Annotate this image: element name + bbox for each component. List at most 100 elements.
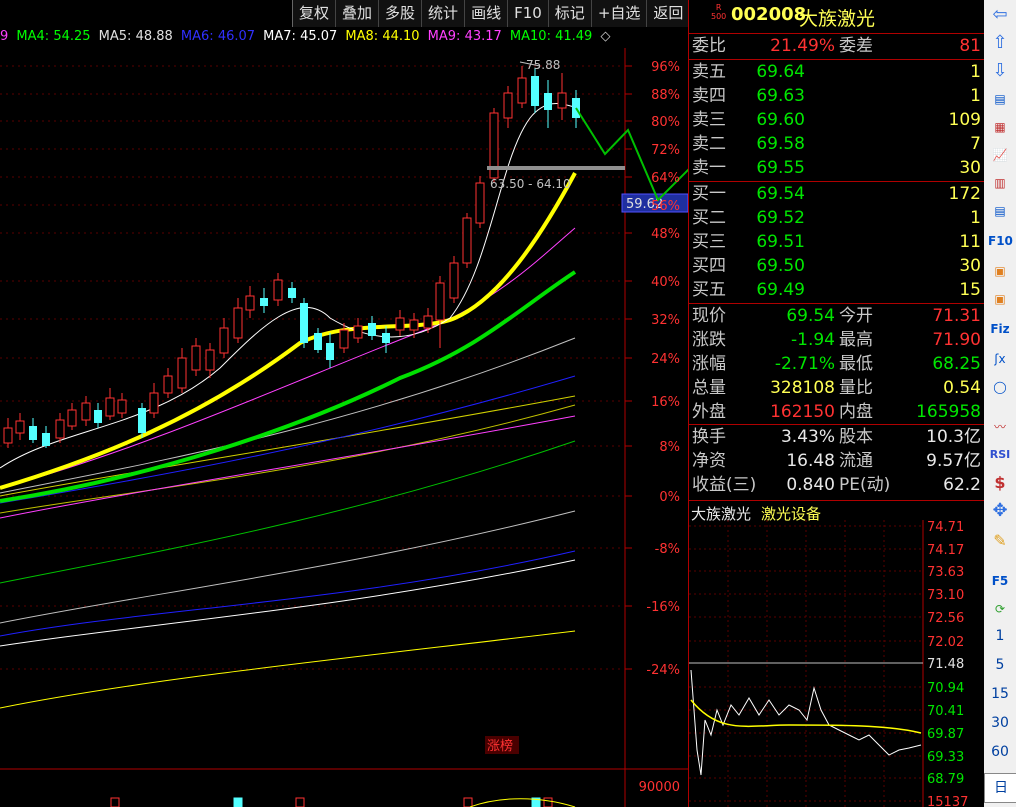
volume-ma-line xyxy=(469,798,576,807)
period-day-button[interactable]: 日 xyxy=(984,773,1016,803)
candle-body xyxy=(42,433,50,446)
intraday-axis-label: 73.10 xyxy=(927,588,964,603)
candle-body xyxy=(177,357,187,389)
chart-toolbar: 复权 叠加 多股 统计 画线 F10 标记 +自选 返回 xyxy=(292,0,690,28)
pct-tick-label: 56% xyxy=(651,199,680,214)
candle-body xyxy=(94,410,102,423)
period-60min-button[interactable]: 60 xyxy=(984,744,1016,760)
pencil-icon[interactable]: ✎ xyxy=(988,530,1012,552)
stat-label-2: 流通 xyxy=(839,451,873,471)
toolbar-f10-button[interactable]: F10 xyxy=(507,0,548,27)
volume-bar xyxy=(295,797,305,807)
order-row: 买一 69.54 172 xyxy=(689,183,985,206)
candle-body xyxy=(531,76,539,106)
dollar-icon[interactable]: $ xyxy=(988,472,1012,494)
toolbar-add-watchlist-button[interactable]: +自选 xyxy=(590,0,647,27)
candle-body xyxy=(423,315,433,329)
circle-icon[interactable]: ◯ xyxy=(988,376,1012,398)
order-price: 69.60 xyxy=(756,110,805,130)
candle-body xyxy=(245,295,255,311)
candle-body xyxy=(15,420,25,434)
order-volume: 172 xyxy=(948,184,981,204)
stat-label: 换手 xyxy=(692,427,726,447)
toolbar-mark-button[interactable]: 标记 xyxy=(547,0,591,27)
f10-icon[interactable]: F10 xyxy=(988,230,1013,252)
weibi-row: 委比 21.49% 委差 81 xyxy=(689,35,985,58)
stat-row: 换手 3.43% 股本 10.3亿 xyxy=(689,426,985,449)
candle-body xyxy=(191,345,201,371)
stat-value-2: 71.90 xyxy=(932,330,981,350)
candle-body xyxy=(435,282,445,321)
period-5min-button[interactable]: 5 xyxy=(984,657,1016,673)
toolbar-draw-line-button[interactable]: 画线 xyxy=(464,0,508,27)
f5-icon[interactable]: F5 xyxy=(988,570,1012,592)
order-price: 69.49 xyxy=(756,280,805,300)
weibi-label: 委比 xyxy=(692,36,726,56)
stat-value-2: 10.3亿 xyxy=(926,427,981,447)
intraday-axis-label: 72.02 xyxy=(927,635,964,650)
rsi-icon[interactable]: RSI xyxy=(988,444,1012,466)
stat-label: 现价 xyxy=(692,306,726,326)
toolbar-overlay-button[interactable]: 叠加 xyxy=(335,0,379,27)
intraday-axis-label: 68.79 xyxy=(927,772,964,787)
calendar-icon[interactable]: ▣ xyxy=(988,288,1012,310)
fiz-icon[interactable]: Fiz xyxy=(988,318,1012,340)
range-bar xyxy=(487,166,625,170)
period-15min-button[interactable]: 15 xyxy=(984,686,1016,702)
intraday-chart[interactable]: 74.71 74.17 73.63 73.10 72.56 72.02 71.48 70.94… xyxy=(689,520,985,807)
pct-tick-label: 32% xyxy=(651,313,680,328)
toolbar-multi-stock-button[interactable]: 多股 xyxy=(378,0,422,27)
tick-detail-icon[interactable]: ▤ xyxy=(988,88,1012,110)
down-arrow-icon[interactable]: ⇩ xyxy=(988,60,1012,82)
candle-body xyxy=(449,262,459,299)
candle-body xyxy=(273,279,283,301)
ma-legend-item: MA4: 54.25 xyxy=(16,29,91,44)
pct-tick-label: 8% xyxy=(659,440,680,455)
candle-body xyxy=(67,409,77,427)
stat-label-2: 今开 xyxy=(839,306,873,326)
up-arrow-icon[interactable]: ⇧ xyxy=(988,32,1012,54)
pct-tick-label: 72% xyxy=(651,143,680,158)
kline-icon[interactable]: ▥ xyxy=(988,172,1012,194)
candle-body xyxy=(339,329,349,349)
chart-type-icon[interactable]: ▣ xyxy=(988,260,1012,282)
pct-tick-label: 48% xyxy=(651,227,680,242)
period-1min-button[interactable]: 1 xyxy=(984,628,1016,644)
grid-view-icon[interactable]: ▦ xyxy=(988,116,1012,138)
intraday-axis-label: 74.17 xyxy=(927,543,964,558)
wave-icon[interactable]: 〰 xyxy=(988,416,1012,438)
candle-body xyxy=(260,298,268,306)
move-icon[interactable]: ✥ xyxy=(988,500,1012,522)
order-row: 卖三 69.60 109 xyxy=(689,109,985,132)
ma-legend-item: MA5: 48.88 xyxy=(98,29,173,44)
candle-body xyxy=(288,288,296,298)
stat-value: 3.43% xyxy=(780,427,835,447)
refresh-icon[interactable]: ⟳ xyxy=(988,598,1012,620)
period-30min-button[interactable]: 30 xyxy=(984,715,1016,731)
toolbar-fuquan-button[interactable]: 复权 xyxy=(292,0,336,27)
candle-body xyxy=(29,426,37,440)
toolbar-stats-button[interactable]: 统计 xyxy=(421,0,465,27)
order-volume: 11 xyxy=(959,232,981,252)
kline-chart[interactable]: 63.50 - 64.1075.8859.62涨榜 96%88%80%72%64… xyxy=(0,48,688,807)
candle-body xyxy=(3,427,13,444)
line-chart-icon[interactable]: 📈 xyxy=(988,144,1012,166)
toolbar-back-button[interactable]: 返回 xyxy=(646,0,690,27)
order-row: 买四 69.50 30 xyxy=(689,255,985,278)
stock-name: 大族激光 xyxy=(799,8,876,30)
volume-bar xyxy=(543,797,553,807)
stat-value: -2.71% xyxy=(774,354,835,374)
pct-tick-label: -16% xyxy=(646,600,680,615)
intraday-axis-label: 73.63 xyxy=(927,565,964,580)
intraday-axis-label: 69.33 xyxy=(927,750,964,765)
ma-legend-item: MA8: 44.10 xyxy=(345,29,420,44)
order-volume: 30 xyxy=(959,158,981,178)
formula-icon[interactable]: ʃx xyxy=(988,348,1012,370)
volume-bar xyxy=(233,797,243,807)
candle-body xyxy=(368,323,376,336)
left-arrow-icon[interactable]: ⇦ xyxy=(988,4,1012,26)
legend-toggle-icon[interactable]: ◇ xyxy=(600,29,610,44)
order-price: 69.54 xyxy=(756,184,805,204)
order-row: 卖四 69.63 1 xyxy=(689,85,985,108)
news-icon[interactable]: ▤ xyxy=(988,200,1012,222)
